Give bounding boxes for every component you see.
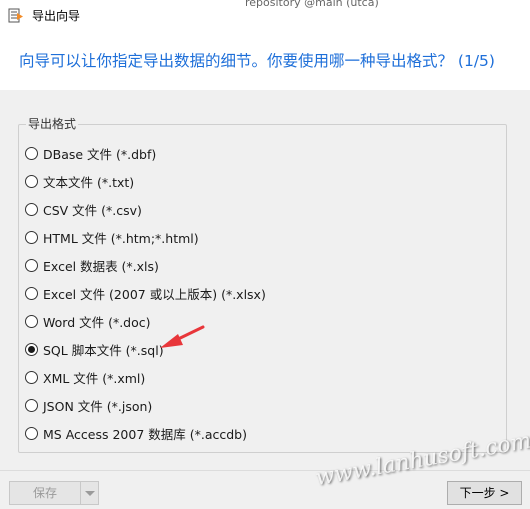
red-arrow-annotation xyxy=(160,325,205,348)
save-dropdown-button[interactable] xyxy=(80,481,99,505)
export-wizard-window: 导出向导 repository @main (utca) 向导可以让你指定导出数… xyxy=(0,0,530,509)
next-button[interactable]: 下一步 > xyxy=(447,481,522,505)
footer-divider xyxy=(0,470,530,471)
save-button[interactable]: 保存 xyxy=(9,481,81,505)
